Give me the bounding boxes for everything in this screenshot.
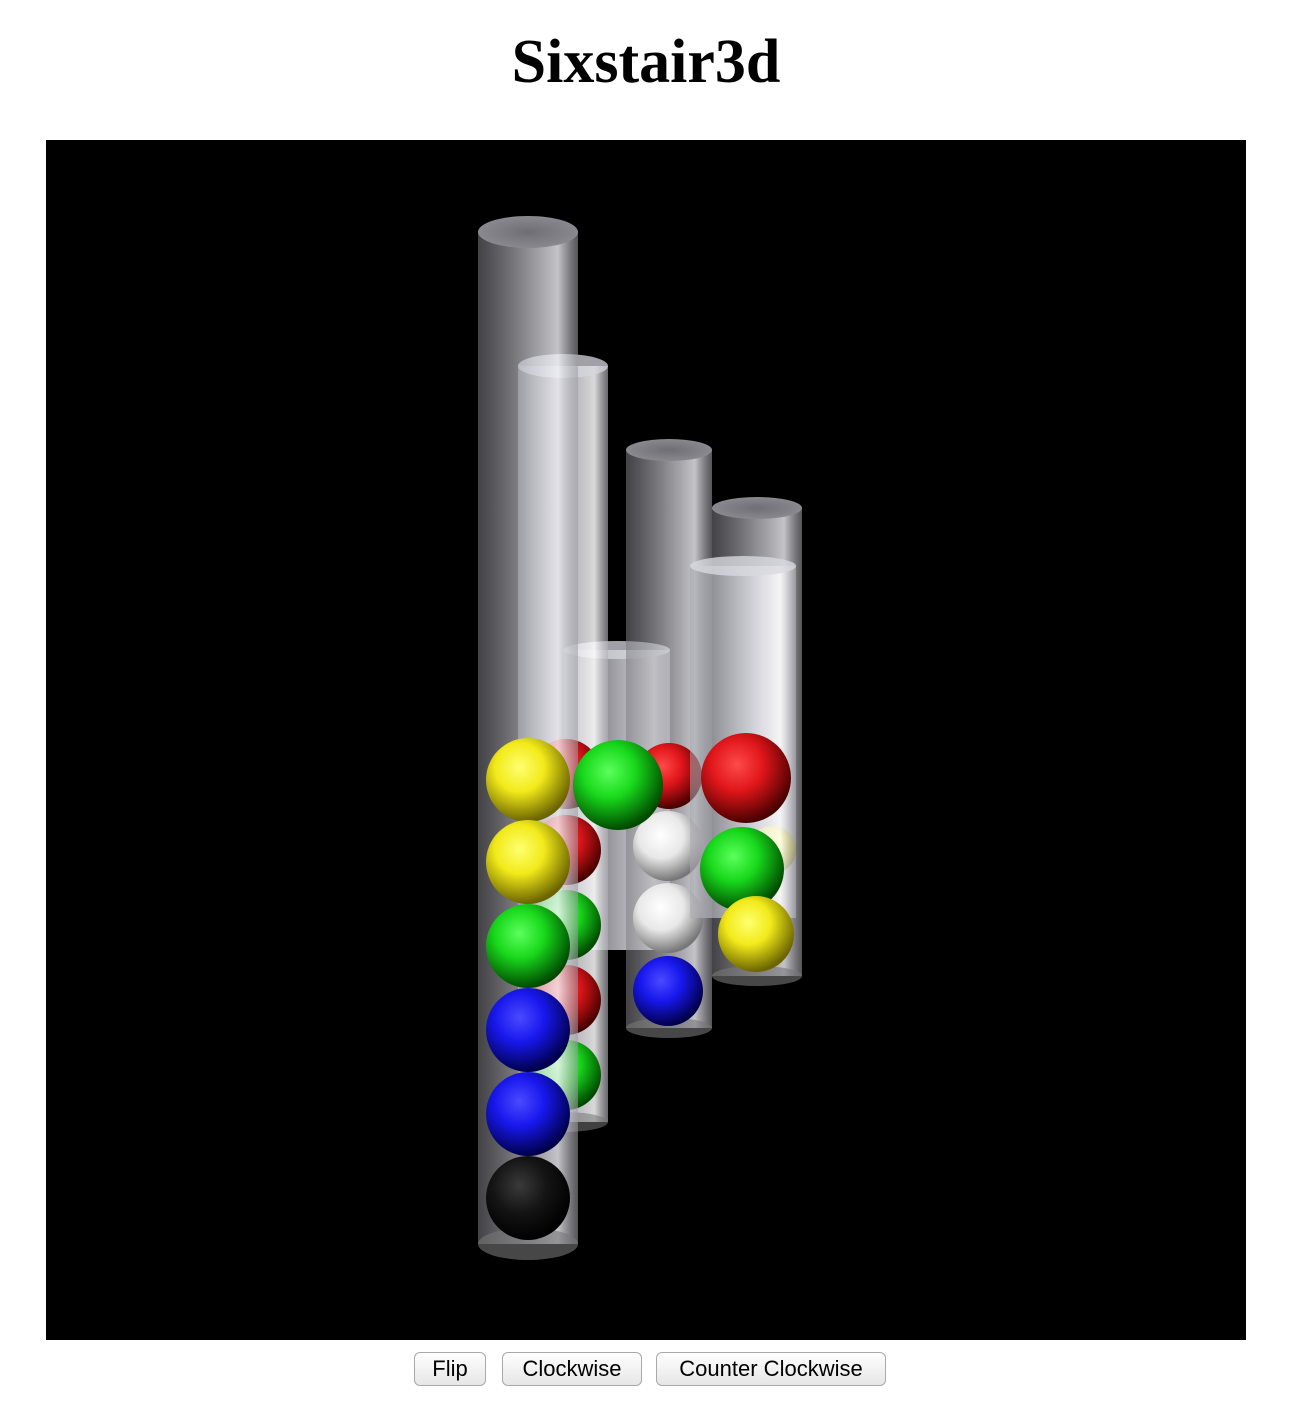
ball-yellow [486, 738, 570, 822]
controls-bar: Flip Clockwise Counter Clockwise [0, 1352, 1292, 1388]
ball-blue [486, 988, 570, 1072]
ball-yellow [486, 820, 570, 904]
ball-green [700, 827, 784, 911]
counter-clockwise-button[interactable]: Counter Clockwise [656, 1352, 886, 1386]
ball-green [486, 904, 570, 988]
page-title: Sixstair3d [511, 28, 781, 96]
ball-blue [633, 956, 703, 1026]
flip-button[interactable]: Flip [414, 1352, 486, 1386]
scene-svg[interactable] [46, 140, 1246, 1340]
ball-yellow [718, 896, 794, 972]
ball-red [701, 733, 791, 823]
ball-blue [486, 1072, 570, 1156]
clockwise-button[interactable]: Clockwise [502, 1352, 642, 1386]
ball-black [486, 1156, 570, 1240]
ball-green [573, 740, 663, 830]
tube-right-front[interactable] [690, 556, 796, 972]
tube-left-front[interactable] [478, 216, 578, 1260]
game-canvas[interactable] [46, 140, 1246, 1340]
